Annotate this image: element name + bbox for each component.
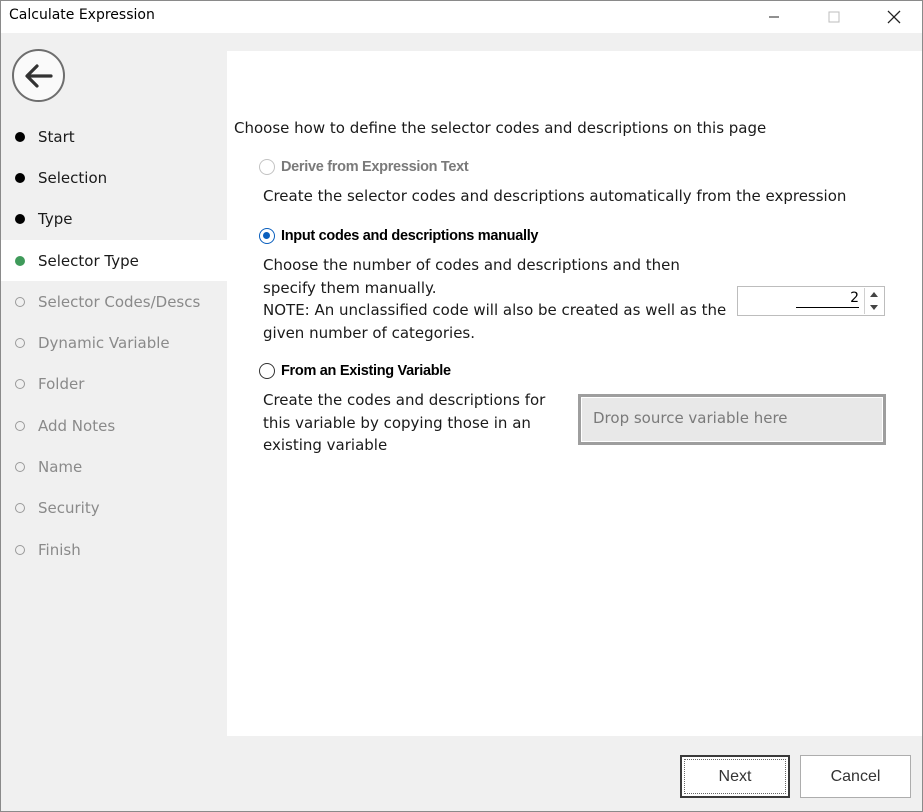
option-description: Create the codes and descriptions for th… xyxy=(263,389,545,457)
step-label: Security xyxy=(38,499,100,518)
close-button[interactable] xyxy=(866,1,922,33)
step-selector-type: Selector Type xyxy=(1,239,227,282)
steps-list: Start Selection Type Selector Type Selec… xyxy=(1,116,227,570)
wizard-footer: Next Cancel xyxy=(1,736,922,811)
step-name: Name xyxy=(1,446,227,487)
description-line: given number of categories. xyxy=(263,323,475,342)
maximize-icon xyxy=(828,11,840,23)
step-label: Start xyxy=(38,127,75,146)
step-label: Folder xyxy=(38,375,85,394)
step-current-dot-icon xyxy=(15,255,25,266)
cancel-button[interactable]: Cancel xyxy=(800,755,911,798)
dropzone-placeholder: Drop source variable here xyxy=(593,409,788,427)
step-label: Selector Type xyxy=(38,251,139,270)
source-variable-dropzone[interactable]: Drop source variable here xyxy=(578,394,886,445)
step-pending-dot-icon xyxy=(15,296,25,307)
title-bar: Calculate Expression xyxy=(1,1,922,33)
step-label: Dynamic Variable xyxy=(38,334,170,353)
wizard-steps-sidebar: Start Selection Type Selector Type Selec… xyxy=(1,33,227,736)
step-pending-dot-icon xyxy=(15,503,25,514)
stepper-down-button[interactable] xyxy=(865,301,883,314)
step-dynamic-variable: Dynamic Variable xyxy=(1,322,227,363)
option-description: Choose the number of codes and descripti… xyxy=(263,254,726,344)
focus-ring xyxy=(684,759,786,794)
description-line: existing variable xyxy=(263,436,388,454)
arrow-left-icon xyxy=(24,63,53,88)
description-line: Create the selector codes and descriptio… xyxy=(263,187,847,205)
window-title: Calculate Expression xyxy=(9,7,155,23)
step-selection: Selection xyxy=(1,157,227,198)
minimize-button[interactable] xyxy=(746,1,802,33)
radio-button[interactable] xyxy=(259,363,275,379)
option-label: Derive from Expression Text xyxy=(281,159,469,175)
wizard-window: Calculate Expression Start Selection Typ… xyxy=(0,0,923,812)
description-line: NOTE: An unclassified code will also be … xyxy=(263,301,727,319)
step-label: Selector Codes/Descs xyxy=(38,292,201,311)
step-folder: Folder xyxy=(1,364,227,405)
step-label: Add Notes xyxy=(38,416,116,435)
step-security: Security xyxy=(1,488,227,529)
step-done-dot-icon xyxy=(15,131,25,142)
page-instruction: Choose how to define the selector codes … xyxy=(234,119,767,137)
description-line: specify them manually. xyxy=(263,278,437,297)
wizard-page-content: Choose how to define the selector codes … xyxy=(227,51,922,736)
radio-button[interactable] xyxy=(259,228,275,244)
step-type: Type xyxy=(1,199,227,240)
step-done-dot-icon xyxy=(15,172,25,183)
step-selector-codes-descs: Selector Codes/Descs xyxy=(1,281,227,322)
option-input-manually[interactable]: Input codes and descriptions manually xyxy=(259,228,539,244)
step-pending-dot-icon xyxy=(15,420,25,431)
minimize-icon xyxy=(769,16,779,18)
radio-button[interactable] xyxy=(259,159,275,175)
step-done-dot-icon xyxy=(15,214,25,225)
step-finish: Finish xyxy=(1,529,227,570)
back-button[interactable] xyxy=(12,49,65,102)
description-line: Choose the number of codes and descripti… xyxy=(263,256,680,274)
step-label: Finish xyxy=(38,540,81,559)
close-icon xyxy=(887,10,901,24)
step-label: Selection xyxy=(38,168,108,187)
description-line: Create the codes and descriptions for xyxy=(263,391,546,409)
option-label: Input codes and descriptions manually xyxy=(281,228,539,244)
option-description: Create the selector codes and descriptio… xyxy=(263,185,846,208)
step-label: Name xyxy=(38,458,83,477)
step-pending-dot-icon xyxy=(15,338,25,349)
caret-down-icon xyxy=(870,305,878,310)
caret-up-icon xyxy=(870,292,878,297)
option-derive-from-expression[interactable]: Derive from Expression Text xyxy=(259,159,469,175)
code-count-stepper[interactable]: 2 xyxy=(737,286,885,316)
step-start: Start xyxy=(1,116,227,157)
description-line: this variable by copying those in an xyxy=(263,413,531,432)
step-pending-dot-icon xyxy=(15,379,25,390)
maximize-button[interactable] xyxy=(806,1,862,33)
option-label: From an Existing Variable xyxy=(281,363,451,379)
option-existing-variable[interactable]: From an Existing Variable xyxy=(259,363,451,379)
step-pending-dot-icon xyxy=(15,462,25,473)
step-pending-dot-icon xyxy=(15,544,25,555)
step-label: Type xyxy=(38,210,73,229)
stepper-up-button[interactable] xyxy=(865,288,883,301)
step-add-notes: Add Notes xyxy=(1,405,227,446)
next-button[interactable]: Next xyxy=(680,755,790,798)
cancel-button-label: Cancel xyxy=(830,767,881,785)
code-count-value[interactable]: 2 xyxy=(796,290,859,308)
stepper-buttons xyxy=(864,288,883,314)
